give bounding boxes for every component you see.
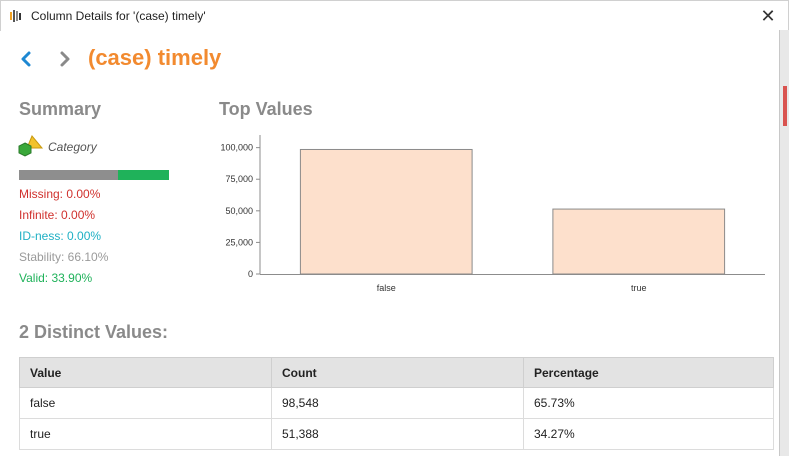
- valid-bar-fill: [118, 170, 169, 180]
- top-values-heading: Top Values: [219, 99, 313, 119]
- category-label: Category: [48, 140, 97, 154]
- infinite-stat: Infinite: 0.00%: [19, 208, 96, 222]
- edge-marker: [783, 86, 787, 126]
- y-tick-label: 50,000: [225, 206, 253, 216]
- cell-count: 98,548: [271, 387, 524, 419]
- bar-true: [552, 208, 726, 275]
- cell-value: true: [19, 418, 272, 450]
- top-values-chart: 0 25,000 50,000 75,000 100,000 false true: [220, 135, 765, 293]
- column-header-percentage[interactable]: Percentage: [523, 357, 774, 388]
- window-title: Column Details for '(case) timely': [31, 9, 206, 23]
- idness-stat: ID-ness: 0.00%: [19, 229, 102, 243]
- forward-arrow-icon[interactable]: [57, 48, 73, 70]
- quality-bar: [19, 170, 169, 180]
- cell-value: false: [19, 387, 272, 419]
- cell-percentage: 65.73%: [523, 387, 774, 419]
- cell-percentage: 34.27%: [523, 418, 774, 450]
- column-header-value[interactable]: Value: [19, 357, 272, 388]
- table-row[interactable]: true 51,388 34.27%: [19, 418, 774, 450]
- summary-heading: Summary: [19, 99, 102, 119]
- close-button[interactable]: ✕: [758, 6, 778, 26]
- y-tick-label: 0: [248, 269, 253, 279]
- table-header-row: Value Count Percentage: [19, 357, 774, 388]
- bar-false: [299, 148, 473, 275]
- background-window-edge: [779, 30, 789, 456]
- distinct-values-heading: 2 Distinct Values:: [19, 322, 169, 342]
- missing-stat: Missing: 0.00%: [19, 187, 101, 201]
- category-icon: [18, 135, 44, 157]
- y-tick-label: 100,000: [220, 143, 253, 153]
- app-icon: [10, 10, 21, 22]
- x-tick-label: true: [631, 283, 647, 293]
- y-tick-label: 75,000: [225, 174, 253, 184]
- back-arrow-icon[interactable]: [18, 48, 34, 70]
- cell-count: 51,388: [271, 418, 524, 450]
- table-row[interactable]: false 98,548 65.73%: [19, 387, 774, 419]
- distinct-values-table: Value Count Percentage false 98,548 65.7…: [19, 357, 774, 450]
- x-tick-label: false: [377, 283, 396, 293]
- window-titlebar: Column Details for '(case) timely' ✕: [0, 0, 789, 31]
- y-tick-label: 25,000: [225, 237, 253, 247]
- valid-stat: Valid: 33.90%: [19, 271, 93, 285]
- stability-stat: Stability: 66.10%: [19, 250, 109, 264]
- column-header-count[interactable]: Count: [271, 357, 524, 388]
- page-title: (case) timely: [88, 45, 222, 70]
